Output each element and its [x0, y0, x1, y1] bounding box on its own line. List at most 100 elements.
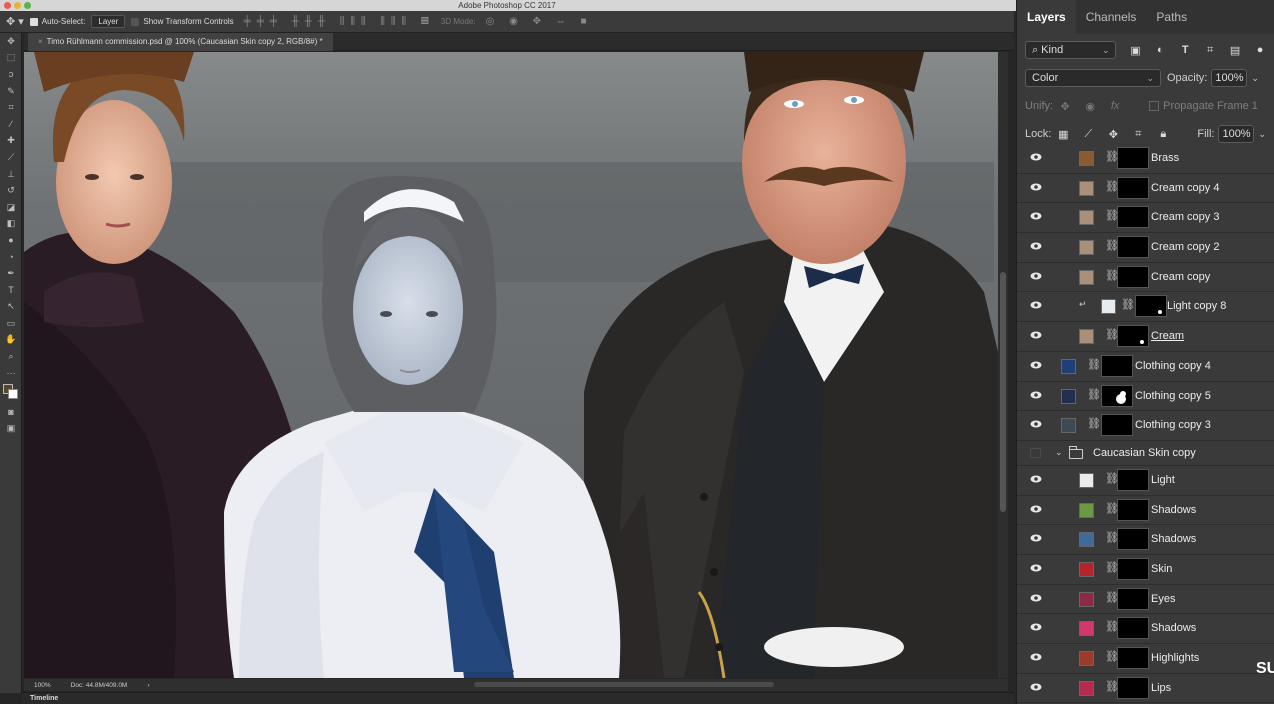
align-buttons-group[interactable]: ╪╪╪ ╫╫╫ ⫼⫼⫼ ⫼⫼⫼ ▤: [244, 16, 435, 27]
layer-mask-thumbnail[interactable]: [1117, 206, 1149, 229]
marquee-tool-icon[interactable]: ⬚: [0, 50, 22, 67]
layer-group[interactable]: ⌄ Caucasian Skin copy: [1017, 441, 1274, 466]
move-tool-icon[interactable]: ✥: [0, 33, 22, 50]
color-fill-thumbnail[interactable]: [1079, 180, 1094, 196]
document-canvas[interactable]: [24, 52, 998, 678]
canvas-vertical-scrollbar[interactable]: [998, 52, 1008, 678]
3d-mode-icons[interactable]: ◎ ◉ ✥ ⇔ ■: [486, 16, 593, 27]
adjustment-filter-icon[interactable]: ◐: [1154, 44, 1166, 56]
eye-icon[interactable]: [1030, 153, 1042, 161]
eye-icon[interactable]: [1030, 242, 1042, 250]
fill-chevron-icon[interactable]: ⌄: [1258, 129, 1266, 140]
color-fill-thumbnail[interactable]: [1101, 299, 1116, 315]
auto-select-checkbox[interactable]: Auto-Select:: [29, 17, 85, 26]
type-filter-icon[interactable]: T: [1179, 44, 1191, 56]
color-fill-thumbnail[interactable]: [1079, 151, 1094, 166]
lock-image-icon[interactable]: ⟋: [1082, 128, 1094, 140]
dodge-tool-icon[interactable]: ◔: [0, 249, 22, 266]
color-fill-thumbnail[interactable]: [1079, 532, 1094, 548]
lock-position-icon[interactable]: ✥: [1107, 128, 1119, 141]
color-fill-thumbnail[interactable]: [1061, 388, 1076, 404]
eye-icon[interactable]: [1030, 534, 1042, 542]
layer-row[interactable]: ⛓︎ Eyes: [1017, 584, 1274, 615]
eye-icon[interactable]: [1030, 683, 1042, 691]
color-fill-thumbnail[interactable]: [1061, 358, 1076, 374]
eye-icon[interactable]: [1030, 623, 1042, 631]
layer-mask-thumbnail[interactable]: [1117, 587, 1149, 610]
layer-row[interactable]: ⛓︎ Cream copy: [1017, 262, 1274, 293]
color-fill-thumbnail[interactable]: [1079, 591, 1094, 607]
screen-mode-icon[interactable]: ▣: [0, 420, 22, 437]
history-brush-tool-icon[interactable]: ↺: [0, 182, 22, 199]
more-tools-icon[interactable]: ···: [0, 365, 22, 382]
layer-mask-thumbnail[interactable]: [1117, 647, 1149, 669]
layer-row[interactable]: ⛓︎ Cream copy 2: [1017, 233, 1274, 263]
link-icon[interactable]: ⛓︎: [1121, 298, 1135, 311]
group-expand-chevron-icon[interactable]: ⌄: [1055, 447, 1063, 458]
layer-mask-thumbnail[interactable]: [1117, 325, 1149, 348]
layer-mask-thumbnail[interactable]: [1101, 354, 1133, 377]
auto-select-dropdown[interactable]: Layer: [91, 15, 126, 28]
filter-toggle-icon[interactable]: ●: [1254, 44, 1266, 56]
eye-icon[interactable]: [1030, 301, 1042, 309]
layer-mask-thumbnail[interactable]: [1117, 676, 1149, 699]
eye-icon[interactable]: [1030, 594, 1042, 602]
canvas-horizontal-scrollbar[interactable]: [474, 682, 774, 687]
hand-tool-icon[interactable]: ✋: [0, 332, 22, 349]
layer-row[interactable]: ↵ ⛓︎ Light copy 8: [1017, 292, 1274, 323]
color-fill-thumbnail[interactable]: [1079, 472, 1094, 488]
document-tab[interactable]: × Timo Rühlmann commission.psd @ 100% (Ca…: [28, 33, 333, 51]
color-fill-thumbnail[interactable]: [1079, 240, 1094, 256]
layer-mask-thumbnail[interactable]: [1117, 265, 1149, 288]
layer-row[interactable]: ⛓︎ Shadows: [1017, 614, 1274, 644]
layer-row[interactable]: ⛓︎ Clothing copy 4: [1017, 351, 1274, 382]
eye-icon[interactable]: [1030, 272, 1042, 280]
layer-row[interactable]: ⛓︎ Highlights: [1017, 644, 1274, 674]
eraser-tool-icon[interactable]: ◪: [0, 199, 22, 216]
smart-object-filter-icon[interactable]: ▤: [1229, 44, 1241, 57]
layers-list[interactable]: ⛓︎ Brass ⛓︎ Cream copy 4 ⛓︎ Cream copy 3 ⛓︎ Cre…: [1017, 144, 1274, 704]
layer-row[interactable]: ⛓︎ Clothing copy 3: [1017, 411, 1274, 441]
document-size[interactable]: Doc: 44.8M/409.0M: [71, 682, 128, 689]
quick-select-tool-icon[interactable]: ✎: [0, 83, 22, 100]
eye-icon[interactable]: [1030, 475, 1042, 483]
color-fill-thumbnail[interactable]: [1079, 269, 1094, 285]
link-icon[interactable]: ⛓︎: [1087, 388, 1101, 401]
layer-row[interactable]: ⛓︎ Shadows: [1017, 525, 1274, 555]
eye-icon[interactable]: [1030, 331, 1042, 339]
color-fill-thumbnail[interactable]: [1079, 651, 1094, 666]
opacity-chevron-icon[interactable]: ⌄: [1251, 73, 1259, 84]
layer-mask-thumbnail[interactable]: [1117, 468, 1149, 491]
path-select-tool-icon[interactable]: ↖: [0, 299, 22, 316]
eye-icon[interactable]: [1030, 420, 1042, 428]
timeline-panel-header[interactable]: Timeline: [22, 692, 1014, 704]
color-swatches[interactable]: [0, 381, 22, 403]
type-tool-icon[interactable]: T: [0, 282, 22, 299]
eye-icon[interactable]: [1030, 505, 1042, 513]
link-icon[interactable]: ⛓︎: [1087, 417, 1101, 430]
color-fill-thumbnail[interactable]: [1061, 418, 1076, 434]
layer-row[interactable]: ⛓︎ Cream copy 4: [1017, 173, 1274, 204]
eyedropper-tool-icon[interactable]: ⁄: [0, 116, 22, 133]
layer-mask-thumbnail[interactable]: [1117, 617, 1149, 640]
image-filter-icon[interactable]: ▣: [1129, 44, 1141, 57]
link-icon[interactable]: ⛓︎: [1087, 358, 1101, 371]
layer-row[interactable]: ⛓︎ Lips: [1017, 673, 1274, 704]
filter-kind-dropdown[interactable]: ⌕ Kind ⌄: [1025, 41, 1117, 59]
lock-transparent-icon[interactable]: ▦: [1057, 128, 1069, 141]
color-fill-thumbnail[interactable]: [1079, 561, 1094, 577]
eye-icon[interactable]: [1030, 183, 1042, 191]
quick-mask-icon[interactable]: ◙: [0, 403, 22, 420]
tab-layers[interactable]: Layers: [1017, 0, 1076, 34]
layer-mask-thumbnail[interactable]: [1117, 147, 1149, 169]
propagate-checkbox[interactable]: [1149, 101, 1160, 111]
color-fill-thumbnail[interactable]: [1079, 502, 1094, 518]
unify-visibility-icon[interactable]: ◉: [1084, 100, 1096, 113]
layer-mask-thumbnail[interactable]: [1117, 176, 1149, 199]
show-transform-checkbox[interactable]: Show Transform Controls: [131, 17, 234, 26]
color-fill-thumbnail[interactable]: [1079, 210, 1094, 226]
eye-icon[interactable]: [1030, 653, 1042, 661]
layer-mask-thumbnail[interactable]: [1117, 528, 1149, 551]
zoom-level[interactable]: 100%: [34, 682, 51, 689]
pen-tool-icon[interactable]: ✒: [0, 265, 22, 282]
